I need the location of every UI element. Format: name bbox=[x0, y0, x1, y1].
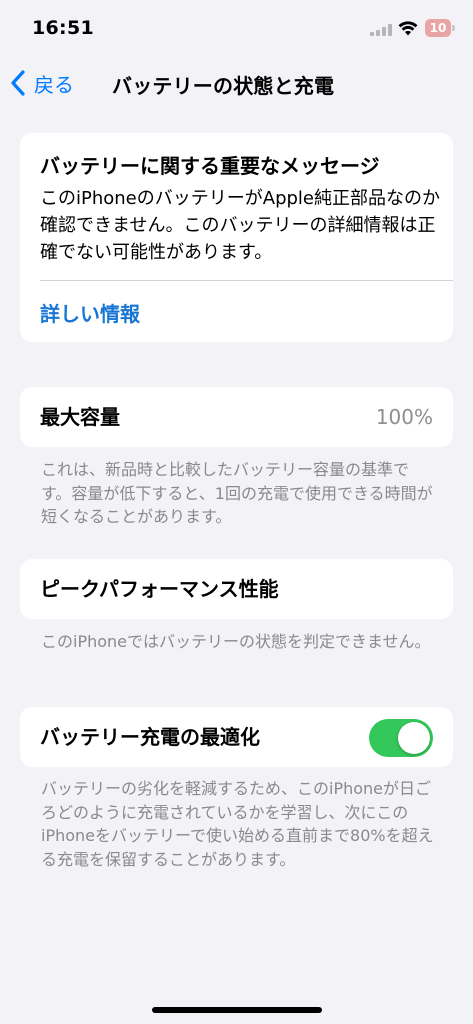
max-capacity-value: 100% bbox=[375, 405, 433, 429]
more-info-link[interactable]: 詳しい情報 bbox=[40, 298, 140, 327]
battery-cap bbox=[452, 25, 455, 31]
message-title: バッテリーに関する重要なメッセージ bbox=[40, 154, 380, 178]
status-bar: 16:51 10 bbox=[0, 0, 473, 60]
max-capacity-row: 最大容量 100% bbox=[20, 387, 453, 447]
peak-performance-footnote: このiPhoneではバッテリーの状態を判定できません。 bbox=[41, 632, 431, 651]
home-indicator[interactable] bbox=[152, 1007, 322, 1013]
wifi-icon bbox=[398, 21, 418, 36]
peak-performance-row: ピークパフォーマンス性能 bbox=[20, 559, 453, 619]
battery-level: 10 bbox=[425, 19, 451, 37]
message-body: このiPhoneのバッテリーがApple純正部品なのか確認できません。このバッテ… bbox=[40, 188, 440, 263]
cellular-signal-icon bbox=[370, 24, 392, 36]
important-message-card: バッテリーに関する重要なメッセージ このiPhoneのバッテリーがApple純正… bbox=[20, 133, 453, 342]
status-time: 16:51 bbox=[32, 17, 94, 39]
optimized-charging-toggle[interactable] bbox=[369, 719, 433, 757]
navigation-bar: 戻る バッテリーの状態と充電 bbox=[0, 60, 473, 106]
peak-performance-label: ピークパフォーマンス性能 bbox=[40, 577, 279, 601]
chevron-left-icon bbox=[11, 70, 25, 96]
optimized-charging-footnote: バッテリーの劣化を軽減するため、このiPhoneが日ごろどのように充電されている… bbox=[41, 779, 434, 869]
battery-icon: 10 bbox=[425, 19, 455, 37]
max-capacity-footnote: これは、新品時と比較したバッテリー容量の基準です。容量が低下すると、1回の充電で… bbox=[41, 460, 433, 526]
max-capacity-label: 最大容量 bbox=[40, 405, 120, 429]
back-label: 戻る bbox=[34, 72, 74, 97]
back-button[interactable]: 戻る bbox=[10, 66, 74, 100]
optimized-charging-row: バッテリー充電の最適化 bbox=[20, 707, 453, 767]
toggle-knob bbox=[398, 722, 430, 754]
divider bbox=[40, 280, 453, 281]
optimized-charging-label: バッテリー充電の最適化 bbox=[40, 725, 260, 749]
page-title: バッテリーの状態と充電 bbox=[112, 74, 335, 98]
